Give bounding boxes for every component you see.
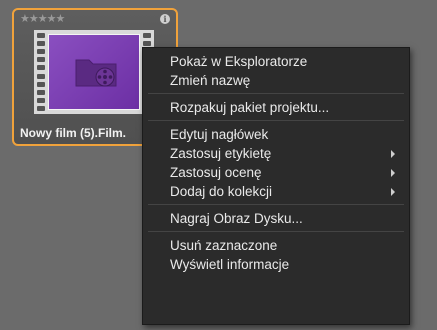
menu-item-label: Usuń zaznaczone xyxy=(170,238,278,253)
context-menu: Pokaż w Eksploratorze Zmień nazwę Rozpak… xyxy=(142,47,410,325)
film-frame xyxy=(48,34,140,110)
menu-item-label: Edytuj nagłówek xyxy=(170,127,269,142)
media-library-canvas: ★★★★★ i Nowy film (5).Film. Pokaż w Eksp… xyxy=(0,0,437,330)
menu-item-label: Zastosuj etykietę xyxy=(170,146,272,161)
menu-item-label: Nagraj Obraz Dysku... xyxy=(170,211,303,226)
menu-separator xyxy=(148,93,404,94)
menu-item-apply-rating[interactable]: Zastosuj ocenę xyxy=(143,163,409,182)
menu-item-show-info[interactable]: Wyświetl informacje xyxy=(143,255,409,274)
project-file-name: Nowy film (5).Film. xyxy=(20,126,127,140)
menu-item-add-to-collection[interactable]: Dodaj do kolekcji xyxy=(143,182,409,201)
menu-item-apply-tag[interactable]: Zastosuj etykietę xyxy=(143,144,409,163)
menu-item-burn-disc-image[interactable]: Nagraj Obraz Dysku... xyxy=(143,209,409,228)
menu-item-delete-selected[interactable]: Usuń zaznaczone xyxy=(143,236,409,255)
film-sprocket-holes-left xyxy=(37,33,45,111)
menu-separator xyxy=(148,204,404,205)
folder-icon xyxy=(75,59,117,87)
menu-item-label: Dodaj do kolekcji xyxy=(170,184,273,199)
submenu-arrow-icon xyxy=(391,169,395,177)
menu-separator xyxy=(148,231,404,232)
submenu-arrow-icon xyxy=(391,150,395,158)
menu-item-label: Rozpakuj pakiet projektu... xyxy=(170,100,330,115)
menu-item-rename[interactable]: Zmień nazwę xyxy=(143,71,409,90)
info-icon[interactable]: i xyxy=(160,14,170,24)
star-rating-icon[interactable]: ★★★★★ xyxy=(20,12,65,26)
menu-separator xyxy=(148,120,404,121)
menu-item-unpack-project-package[interactable]: Rozpakuj pakiet projektu... xyxy=(143,98,409,117)
menu-item-label: Pokaż w Eksploratorze xyxy=(170,54,308,69)
menu-item-show-in-explorer[interactable]: Pokaż w Eksploratorze xyxy=(143,52,409,71)
menu-item-label: Zmień nazwę xyxy=(170,73,251,88)
submenu-arrow-icon xyxy=(391,188,395,196)
film-project-folder-icon xyxy=(34,30,154,114)
menu-item-edit-header[interactable]: Edytuj nagłówek xyxy=(143,125,409,144)
menu-item-label: Wyświetl informacje xyxy=(170,257,290,272)
menu-item-label: Zastosuj ocenę xyxy=(170,165,262,180)
